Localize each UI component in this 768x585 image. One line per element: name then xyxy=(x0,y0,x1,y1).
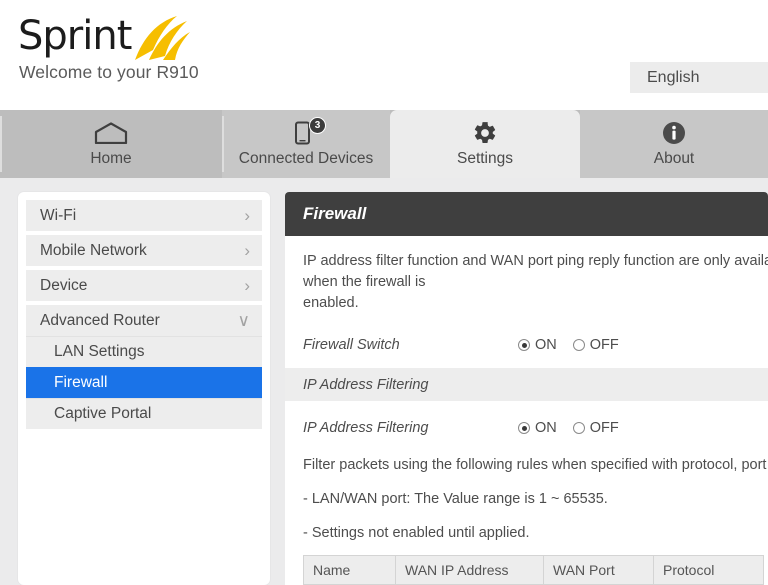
settings-sidebar: Wi-Fi › Mobile Network › Device › Advanc… xyxy=(18,192,270,585)
table-header-row: Name WAN IP Address WAN Port Protocol xyxy=(303,555,764,585)
ip-filtering-on-label: ON xyxy=(535,420,557,436)
ip-filtering-off-label: OFF xyxy=(589,420,619,436)
tab-home-label: Home xyxy=(90,150,132,167)
sprint-logo: Sprint xyxy=(18,14,191,67)
tab-settings[interactable]: Settings xyxy=(390,110,580,178)
sidebar-item-mobile-network-label: Mobile Network xyxy=(40,241,147,259)
tab-about-label: About xyxy=(653,150,695,167)
connected-devices-badge: 3 xyxy=(309,117,326,134)
sidebar-item-mobile-network[interactable]: Mobile Network › xyxy=(26,235,262,266)
chevron-right-icon: › xyxy=(244,241,250,260)
firewall-switch-on-option[interactable]: ON xyxy=(518,337,557,353)
sidebar-item-device[interactable]: Device › xyxy=(26,270,262,301)
radio-unselected-icon[interactable] xyxy=(572,339,585,351)
firewall-panel: Firewall IP address filter function and … xyxy=(285,192,768,585)
sidebar-item-advanced-router[interactable]: Advanced Router ∨ xyxy=(26,305,262,336)
sidebar-item-wifi-label: Wi-Fi xyxy=(40,206,77,224)
filter-rules-note: Filter packets using the following rules… xyxy=(303,457,768,473)
language-select-value: English xyxy=(647,68,700,86)
radio-selected-icon[interactable] xyxy=(518,339,530,351)
tab-home[interactable]: Home xyxy=(0,110,222,178)
ip-filtering-label: IP Address Filtering xyxy=(303,420,429,436)
radio-selected-icon[interactable] xyxy=(518,422,530,434)
sprint-wing-icon xyxy=(133,16,191,67)
firewall-switch-label: Firewall Switch xyxy=(303,337,400,353)
column-header-wan-ip: WAN IP Address xyxy=(395,555,544,585)
page-content: Wi-Fi › Mobile Network › Device › Advanc… xyxy=(0,178,768,585)
ip-address-filtering-section-header: IP Address Filtering xyxy=(285,368,768,401)
firewall-switch-on-label: ON xyxy=(535,337,557,353)
sidebar-item-firewall-label: Firewall xyxy=(54,374,108,391)
welcome-text: Welcome to your R910 xyxy=(19,62,199,82)
sidebar-item-captive-portal-label: Captive Portal xyxy=(54,405,152,422)
firewall-rules-table: Name WAN IP Address WAN Port Protocol xyxy=(303,555,764,585)
ip-filtering-off-option[interactable]: OFF xyxy=(572,420,619,436)
sidebar-item-lan-settings-label: LAN Settings xyxy=(54,343,145,360)
firewall-switch-off-option[interactable]: OFF xyxy=(572,337,619,353)
panel-title: Firewall xyxy=(285,192,768,236)
column-header-protocol: Protocol xyxy=(653,555,764,585)
chevron-down-icon: ∨ xyxy=(237,311,250,330)
tab-settings-label: Settings xyxy=(456,150,513,167)
sidebar-subgroup-advanced-router: LAN Settings Firewall Captive Portal xyxy=(26,336,262,429)
brand-name: Sprint xyxy=(18,13,132,59)
tab-connected-devices[interactable]: 3 Connected Devices xyxy=(222,110,390,178)
panel-body: IP address filter function and WAN port … xyxy=(285,236,768,585)
chevron-right-icon: › xyxy=(244,276,250,295)
column-header-name: Name xyxy=(303,555,396,585)
radio-unselected-icon[interactable] xyxy=(572,422,585,434)
port-range-note: - LAN/WAN port: The Value range is 1 ~ 6… xyxy=(303,491,608,507)
home-icon xyxy=(94,118,128,148)
main-navigation: Home 3 Connected Devices Settings About xyxy=(0,110,768,178)
tab-about[interactable]: About xyxy=(580,110,768,178)
column-header-wan-port: WAN Port xyxy=(543,555,654,585)
sidebar-item-captive-portal[interactable]: Captive Portal xyxy=(26,398,262,429)
sidebar-item-wifi[interactable]: Wi-Fi › xyxy=(26,200,262,231)
gear-icon xyxy=(472,118,498,148)
firewall-description: IP address filter function and WAN port … xyxy=(303,253,768,311)
chevron-right-icon: › xyxy=(244,206,250,225)
firewall-switch-radio-group: ON OFF xyxy=(518,337,619,353)
language-select[interactable]: English xyxy=(630,62,768,93)
sidebar-item-firewall[interactable]: Firewall xyxy=(26,367,262,398)
firewall-switch-row: Firewall Switch ON OFF xyxy=(285,328,768,362)
sidebar-item-lan-settings[interactable]: LAN Settings xyxy=(26,336,262,367)
apply-required-note: - Settings not enabled until applied. xyxy=(303,525,530,541)
devices-icon: 3 xyxy=(293,117,326,148)
ip-filtering-radio-group: ON OFF xyxy=(518,420,619,436)
sidebar-item-device-label: Device xyxy=(40,276,88,294)
ip-filtering-row: IP Address Filtering ON OFF xyxy=(285,411,768,445)
ip-filtering-on-option[interactable]: ON xyxy=(518,420,557,436)
sidebar-item-advanced-router-label: Advanced Router xyxy=(40,311,160,329)
page-header: Sprint Welcome to your R910 English xyxy=(0,0,768,110)
tab-connected-devices-label: Connected Devices xyxy=(238,150,374,167)
info-icon xyxy=(661,118,687,148)
firewall-switch-off-label: OFF xyxy=(589,337,619,353)
